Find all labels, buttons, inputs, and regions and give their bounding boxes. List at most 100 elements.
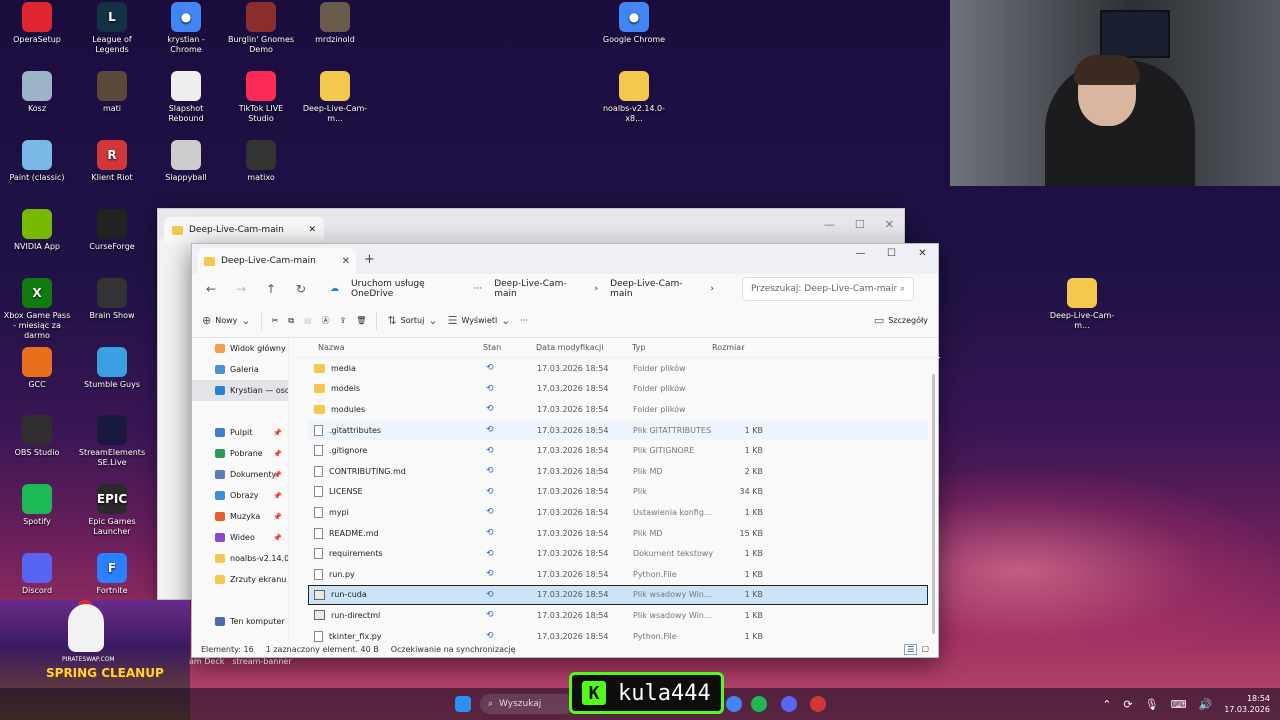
file-row[interactable]: .gitignore ⟲ 17.03.2026 18:54 Plik GITIGNOR… (308, 440, 928, 461)
nav-item[interactable]: Krystian — osob (192, 380, 288, 401)
desktop-icon[interactable]: Stumble Guys (77, 347, 147, 390)
chevron-up-icon[interactable]: ⌃ (1102, 698, 1111, 711)
explorer-window[interactable]: Deep-Live-Cam-main ✕ + — ☐ ✕ ← → ↑ ↻ ☁ U… (191, 243, 940, 658)
desktop-icon[interactable]: GCC (2, 347, 72, 390)
pin-icon[interactable]: 📌 (273, 513, 282, 521)
desktop-icon[interactable]: Slapshot Rebound (151, 71, 221, 124)
desktop-icon[interactable]: Spotify (2, 484, 72, 527)
maximize-icon[interactable]: ☐ (876, 244, 907, 262)
desktop-icon[interactable]: Deep-Live-Cam-m... (1047, 278, 1117, 331)
file-row[interactable]: CONTRIBUTING.md ⟲ 17.03.2026 18:54 Plik MD 2… (308, 461, 928, 482)
desktop-icon[interactable]: R Klient Riot (77, 140, 147, 183)
tab-deep-live-cam[interactable]: Deep-Live-Cam-main ✕ (198, 248, 356, 274)
desktop-icon[interactable]: matixo (226, 140, 296, 183)
desktop-icon[interactable]: OBS Studio (2, 415, 72, 458)
search-input[interactable]: Przeszukaj: Deep-Live-Cam-mair ⌕ (742, 277, 914, 301)
vertical-scrollbar[interactable] (932, 374, 935, 634)
view-button[interactable]: ☰ Wyświetl ⌄ (448, 314, 511, 327)
desktop-icon[interactable]: mrdzinold (300, 2, 370, 45)
column-size[interactable]: Rozmiar (712, 343, 762, 352)
share-icon[interactable]: ⇪ (340, 316, 347, 325)
desktop-icon[interactable]: CurseForge (77, 209, 147, 252)
file-row[interactable]: README.md ⟲ 17.03.2026 18:54 Plik MD 15 KB (308, 523, 928, 544)
taskbar-search[interactable]: ⌕ Wyszukaj (480, 694, 575, 714)
file-row[interactable]: media ⟲ 17.03.2026 18:54 Folder plików (308, 358, 928, 379)
nav-item[interactable]: Obrazy 📌 (192, 485, 288, 506)
back-arrow-icon[interactable]: ← (200, 278, 222, 300)
spotify-taskbar-icon[interactable] (751, 696, 767, 712)
desktop-icon[interactable]: noalbs-v2.14.0-x8... (599, 71, 669, 124)
desktop-icon[interactable]: L League of Legends (77, 2, 147, 55)
pin-icon[interactable]: 📌 (273, 429, 282, 437)
file-row[interactable]: LICENSE ⟲ 17.03.2026 18:54 Plik 34 KB (308, 482, 928, 503)
sync-icon[interactable]: ⟳ (1123, 698, 1132, 711)
close-window-icon[interactable]: ✕ (885, 218, 894, 231)
nav-item[interactable]: noalbs-v2.14.0- (192, 548, 288, 569)
background-window-controls[interactable]: — ☐ ✕ (824, 218, 904, 231)
clock[interactable]: 18:54 17.03.2026 (1224, 693, 1270, 715)
desktop-icon[interactable]: ● Google Chrome (599, 2, 669, 45)
pin-icon[interactable]: 📌 (273, 492, 282, 500)
rename-icon[interactable]: Ⓐ (322, 315, 330, 326)
copy-icon[interactable]: ⧉ (288, 316, 294, 326)
file-row[interactable]: run-cuda ⟲ 17.03.2026 18:54 Plik wsadowy Wi… (308, 584, 928, 606)
delete-icon[interactable]: 🗑 (356, 316, 366, 325)
nav-item[interactable]: Ten komputer (192, 611, 288, 632)
file-row[interactable]: run-directml ⟲ 17.03.2026 18:54 Plik wsadow… (308, 605, 928, 626)
close-icon[interactable]: ✕ (308, 225, 316, 235)
nav-item[interactable]: Dokumenty 📌 (192, 464, 288, 485)
cut-icon[interactable]: ✂ (272, 316, 279, 325)
nav-item[interactable]: Pulpit 📌 (192, 422, 288, 443)
volume-icon[interactable]: 🔊 (1198, 698, 1212, 711)
desktop-icon[interactable]: EPIC Epic Games Launcher (77, 484, 147, 537)
chrome-taskbar-icon[interactable] (726, 696, 742, 712)
column-date[interactable]: Data modyfikacji (536, 343, 632, 352)
nav-item[interactable]: Galeria (192, 359, 288, 380)
breadcrumb[interactable]: ☁ Uruchom usługę OneDrive ··· Deep-Live-… (320, 277, 724, 301)
desktop-icon[interactable]: Brain Show (77, 278, 147, 321)
file-row[interactable]: modules ⟲ 17.03.2026 18:54 Folder plików (308, 399, 928, 420)
desktop-icon[interactable]: OperaSetup (2, 2, 72, 45)
desktop-icon[interactable]: Deep-Live-Cam-m... (300, 71, 370, 124)
close-tab-icon[interactable]: ✕ (342, 256, 350, 267)
desktop-icon[interactable]: Paint (classic) (2, 140, 72, 183)
desktop-icon[interactable]: StreamElements SE.Live (77, 415, 147, 468)
breadcrumb-folder-2[interactable]: Deep-Live-Cam-main (610, 279, 698, 299)
tiles-view-icon[interactable]: ▢ (921, 644, 929, 655)
desktop-icon[interactable]: mati (77, 71, 147, 114)
desktop-icon[interactable]: TikTok LIVE Studio (226, 71, 296, 124)
refresh-icon[interactable]: ↻ (290, 278, 312, 300)
up-arrow-icon[interactable]: ↑ (260, 278, 282, 300)
maximize-icon[interactable]: ☐ (855, 218, 865, 231)
desktop-icon[interactable]: X Xbox Game Pass - miesiąc za darmo (2, 278, 72, 341)
nav-item[interactable]: Widok główny (192, 338, 288, 359)
column-type[interactable]: Typ (632, 343, 712, 352)
details-button[interactable]: ▭ Szczegóły (874, 314, 928, 327)
column-status[interactable]: Stan (483, 343, 536, 352)
riot-taskbar-icon[interactable] (810, 696, 826, 712)
windows-start-icon[interactable] (455, 696, 471, 712)
column-name[interactable]: Nazwa (296, 343, 483, 352)
desktop-icon[interactable]: F Fortnite (77, 553, 147, 596)
breadcrumb-more[interactable]: ··· (474, 284, 483, 294)
forward-arrow-icon[interactable]: → (230, 278, 252, 300)
nav-item[interactable]: Muzyka 📌 (192, 506, 288, 527)
details-view-icon[interactable]: ☰ (904, 643, 918, 655)
file-row[interactable]: requirements ⟲ 17.03.2026 18:54 Dokument te… (308, 543, 928, 564)
nav-item[interactable]: Zrzuty ekranu (192, 569, 288, 590)
minimize-icon[interactable]: — (845, 244, 876, 262)
sort-button[interactable]: ⇅ Sortuj ⌄ (387, 314, 437, 327)
paste-icon[interactable]: ▤ (304, 316, 312, 325)
new-tab-icon[interactable]: + (364, 252, 375, 267)
breadcrumb-folder-1[interactable]: Deep-Live-Cam-main (494, 279, 582, 299)
file-row[interactable]: models ⟲ 17.03.2026 18:54 Folder plików (308, 379, 928, 400)
desktop-icon[interactable]: NVIDIA App (2, 209, 72, 252)
pin-icon[interactable]: 📌 (273, 534, 282, 542)
file-row[interactable]: run.py ⟲ 17.03.2026 18:54 Python.File 1 KB (308, 564, 928, 585)
pin-icon[interactable]: 📌 (273, 450, 282, 458)
nav-item[interactable]: Pobrane 📌 (192, 443, 288, 464)
more-options-icon[interactable]: ··· (520, 316, 528, 325)
breadcrumb-onedrive[interactable]: Uruchom usługę OneDrive (351, 279, 462, 299)
microphone-icon[interactable]: 🎙 (1145, 698, 1159, 711)
pin-icon[interactable]: 📌 (273, 471, 282, 479)
